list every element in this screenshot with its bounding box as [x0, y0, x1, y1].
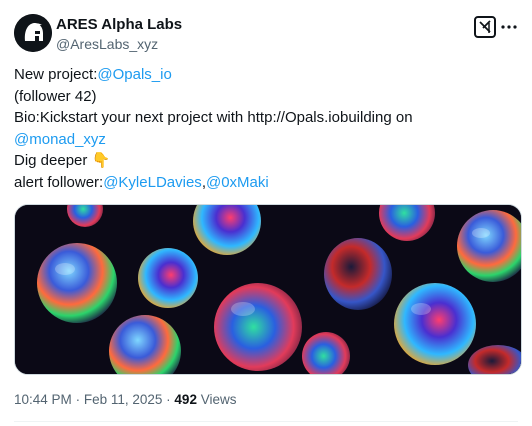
views-label: Views [200, 392, 237, 407]
author-display-name[interactable]: ARES Alpha Labs [56, 16, 182, 34]
post-text-line: alert follower:@KyleLDavies,@0xMaki [14, 172, 518, 194]
mention-link[interactable]: @0xMaki [206, 174, 269, 191]
post-text-segment: Bio:Kickstart your next project with htt… [14, 109, 413, 127]
post-media-image[interactable] [14, 204, 522, 375]
grok-icon [479, 20, 491, 33]
mention-link[interactable]: @KyleLDavies [103, 174, 202, 191]
mention-link[interactable]: @monad_xyz [14, 131, 106, 148]
post-text-line: @monad_xyz [14, 129, 518, 151]
post-text: New project:@Opals_io (follower 42) Bio:Ki… [14, 64, 518, 194]
post-text-line: Bio:Kickstart your next project with htt… [14, 107, 518, 129]
post-header: ARES Alpha Labs @AresLabs_xyz [14, 14, 518, 54]
more-icon [501, 25, 517, 29]
author-handle[interactable]: @AresLabs_xyz [56, 35, 182, 53]
post-text-line: (follower 42) [14, 86, 518, 108]
post-text-segment: alert follower: [14, 173, 104, 191]
meta-separator: · [75, 392, 81, 407]
mention-link[interactable]: @Opals_io [97, 66, 171, 83]
opal-stones-image [15, 205, 521, 374]
post-text-line: New project:@Opals_io [14, 64, 518, 86]
post-date[interactable]: Feb 11, 2025 [84, 392, 163, 407]
post-meta: 10:44 PM · Feb 11, 2025 · 492 Views [14, 392, 237, 407]
post-text-segment: (follower 42) [14, 87, 97, 105]
grok-button[interactable] [474, 16, 496, 38]
post-text-line: Dig deeper 👇 [14, 150, 518, 172]
post-text-segment: New project: [14, 66, 98, 83]
more-options-button[interactable] [500, 18, 518, 36]
view-count: 492 [174, 392, 197, 407]
meta-separator: · [166, 392, 171, 407]
avatar[interactable] [14, 14, 52, 52]
post-text-segment: Dig deeper 👇 [14, 152, 111, 170]
post-time[interactable]: 10:44 PM [14, 392, 72, 407]
spartan-helmet-icon [14, 14, 52, 52]
divider [14, 421, 518, 422]
